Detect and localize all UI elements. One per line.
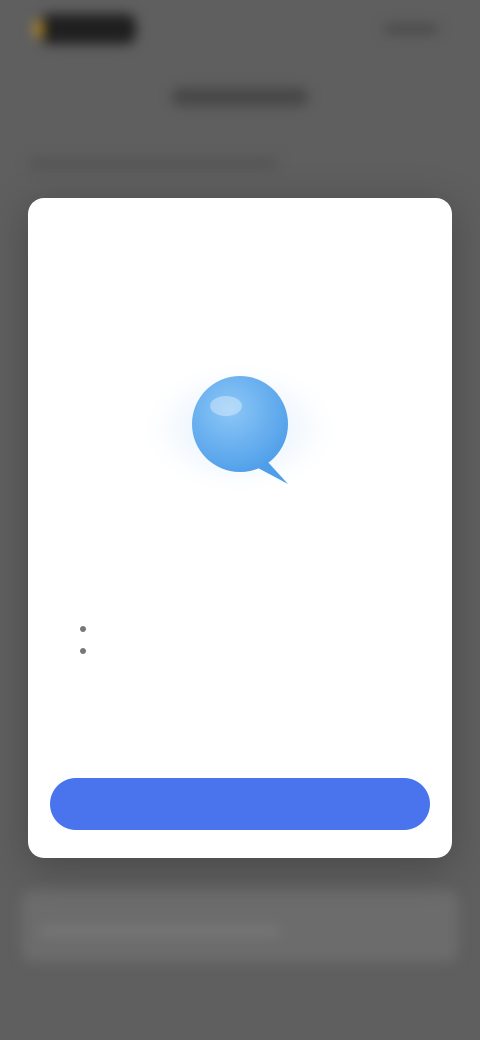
background-header-title [172, 88, 308, 106]
background-panel-text [40, 926, 280, 936]
welcome-modal [28, 198, 452, 858]
chat-bubble-icon [140, 348, 340, 508]
screen [0, 0, 480, 1040]
continue-button[interactable] [50, 778, 430, 830]
bullet-dot-icon [80, 648, 86, 654]
status-bar [0, 0, 480, 60]
background-subtitle [28, 158, 278, 168]
status-icons [384, 24, 438, 34]
bullet-dot-icon [80, 626, 86, 632]
chat-bubble [192, 376, 288, 472]
bubble-highlight [210, 396, 242, 416]
status-time [34, 14, 136, 44]
feature-list [80, 618, 416, 654]
